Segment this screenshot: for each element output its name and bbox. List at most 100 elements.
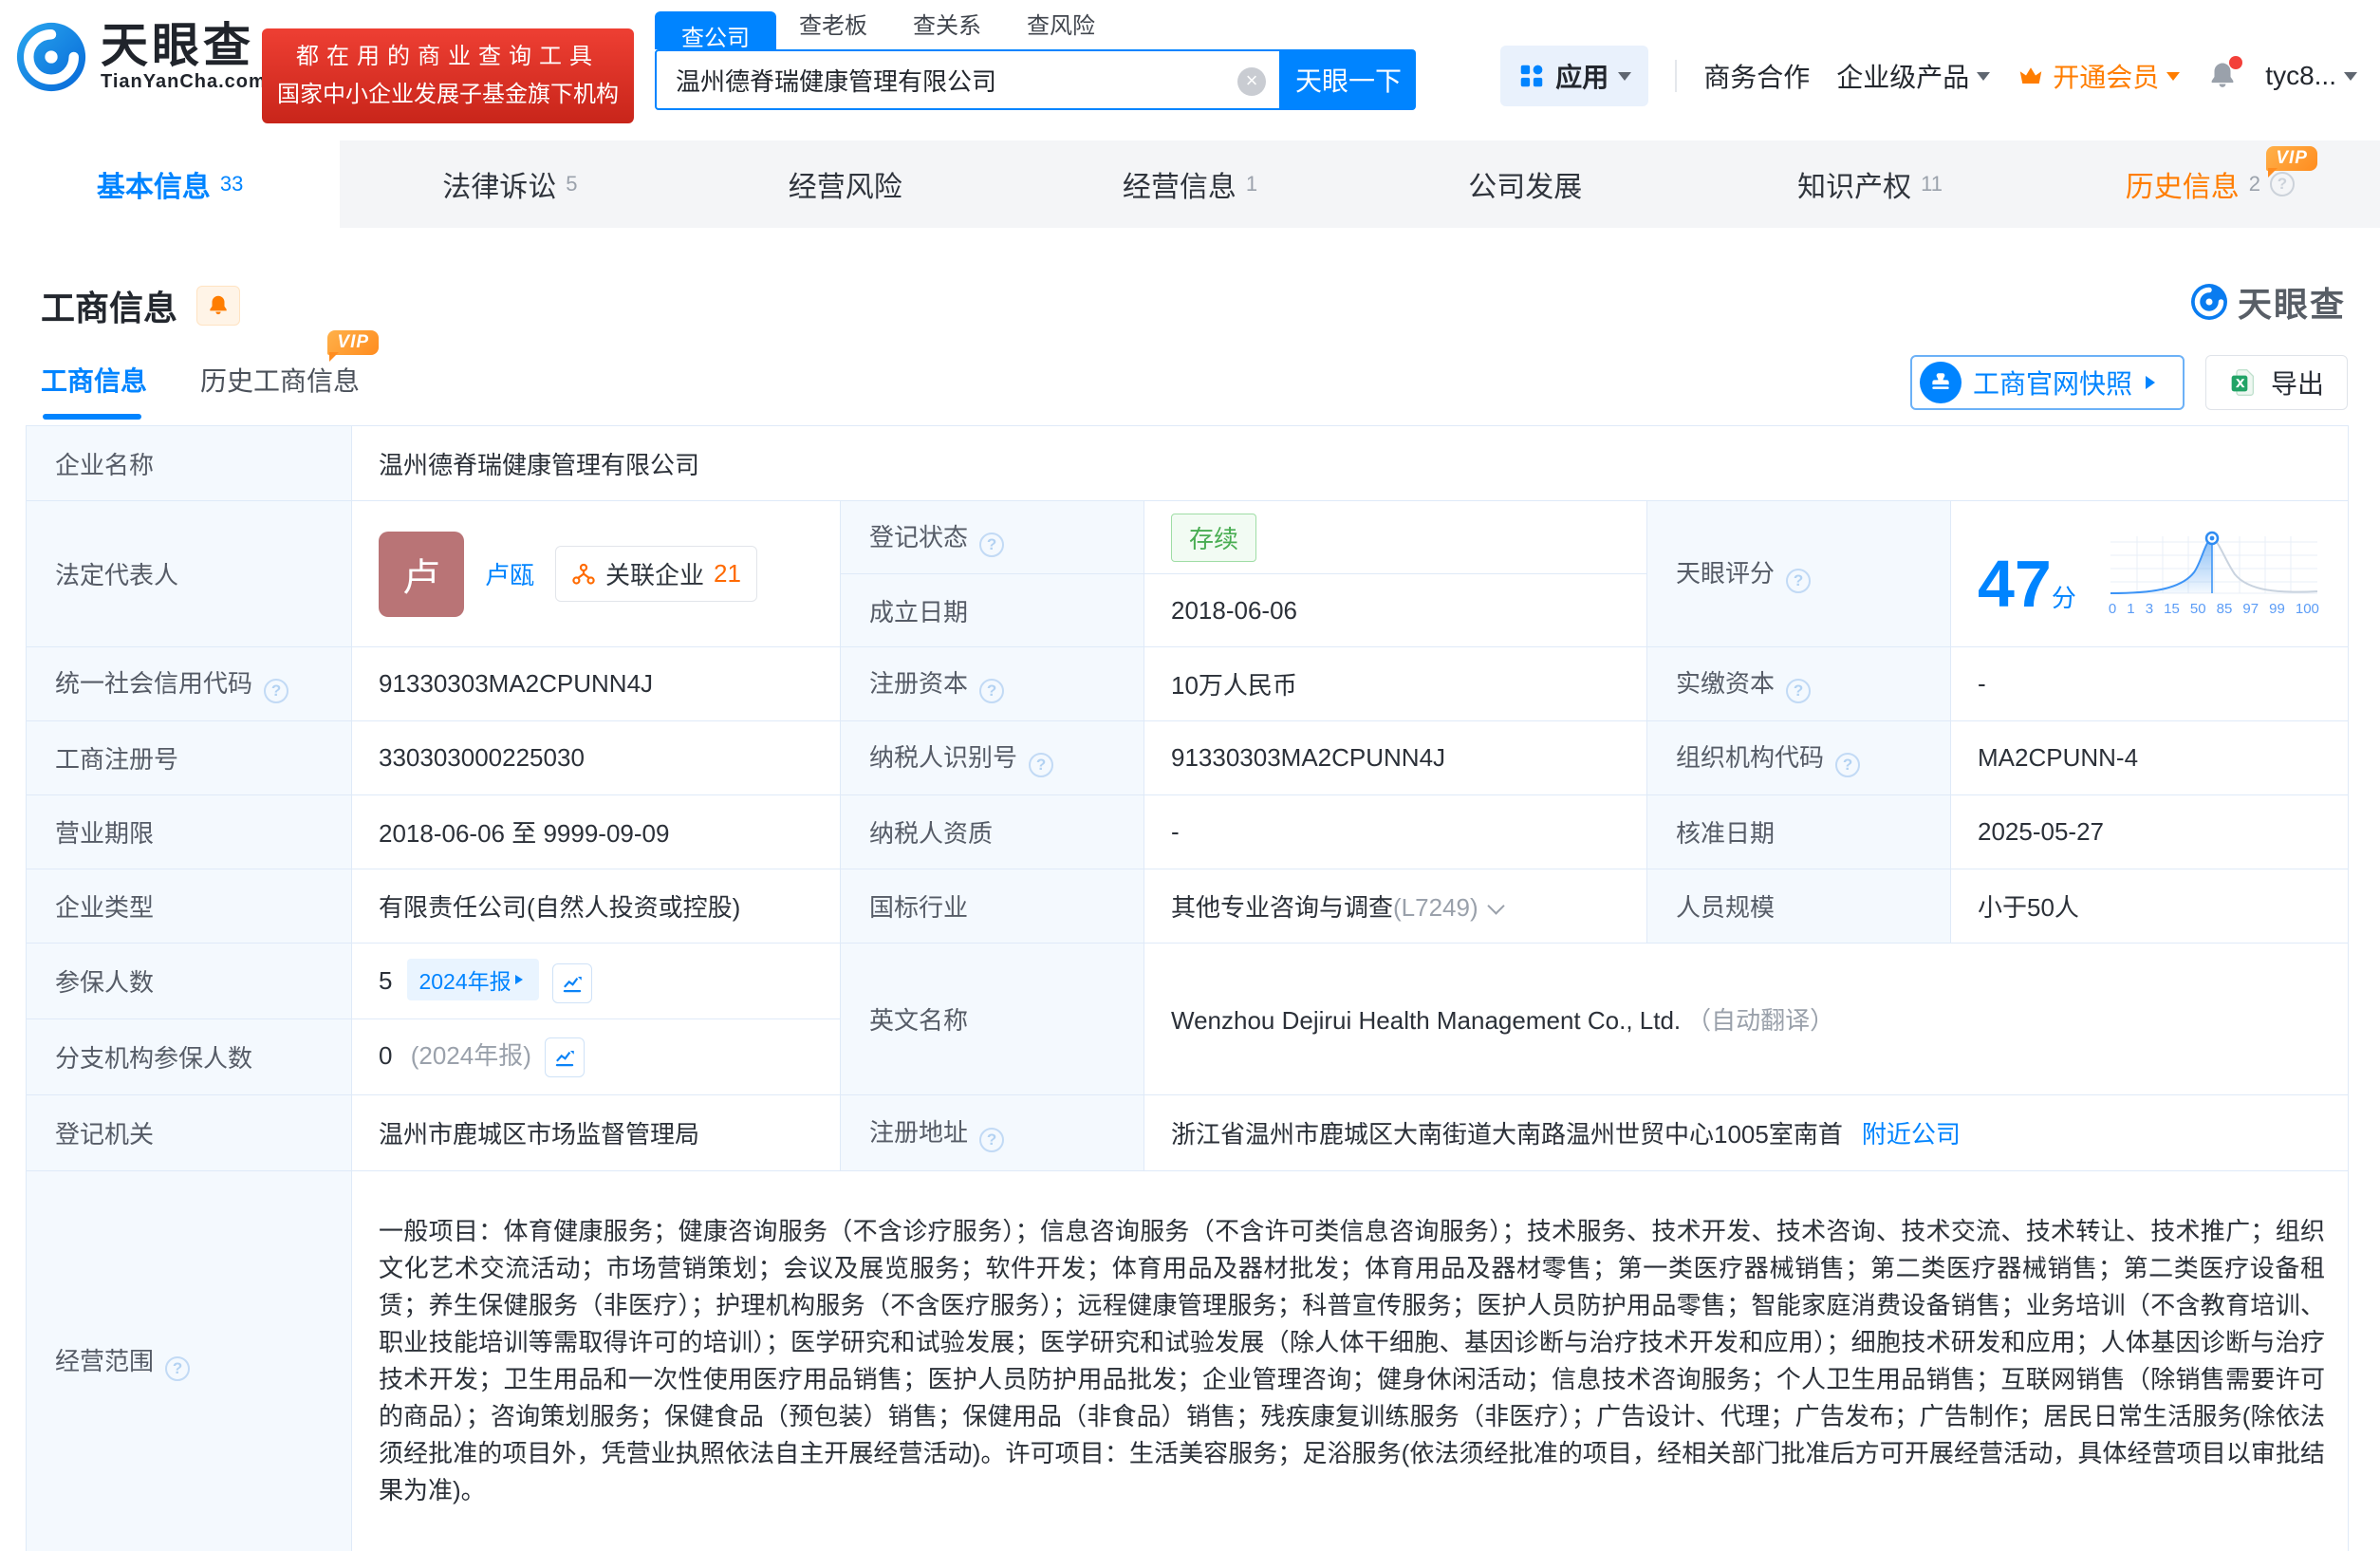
staff-size-value: 小于50人 bbox=[1951, 869, 2349, 944]
table-row: 经营范围? 一般项目：体育健康服务；健康咨询服务（不含诊疗服务）；信息咨询服务（… bbox=[27, 1171, 2349, 1551]
branch-insured-trend-button[interactable] bbox=[545, 1037, 585, 1077]
notification-dot bbox=[2229, 56, 2242, 69]
reg-status-cell: 存续 bbox=[1144, 501, 1647, 574]
table-row: 参保人数 52024年报 英文名称 Wenzhou Dejirui Health… bbox=[27, 944, 2349, 1019]
chevron-down-icon[interactable] bbox=[1487, 897, 1504, 914]
clear-search-icon[interactable]: × bbox=[1237, 67, 1266, 96]
english-name-note: （自动翻译） bbox=[1686, 1006, 1834, 1035]
help-icon[interactable]: ? bbox=[979, 1128, 1004, 1152]
field-label: 企业名称 bbox=[27, 426, 352, 501]
trend-chart-icon bbox=[552, 1045, 577, 1070]
related-companies-count: 21 bbox=[714, 559, 741, 589]
help-icon[interactable]: ? bbox=[1835, 753, 1860, 777]
tab-count: 5 bbox=[566, 172, 577, 196]
subscribe-bell-button[interactable] bbox=[196, 286, 240, 326]
help-icon[interactable]: ? bbox=[1029, 753, 1053, 777]
field-label: 分支机构参保人数 bbox=[27, 1019, 352, 1095]
tab-operating-info[interactable]: 经营信息 1 bbox=[1020, 140, 1360, 228]
field-label: 工商注册号 bbox=[27, 721, 352, 795]
search-tab-company[interactable]: 查公司 bbox=[655, 11, 776, 49]
reg-capital-value: 10万人民币 bbox=[1144, 647, 1647, 721]
annual-report-pill[interactable]: 2024年报 bbox=[407, 959, 538, 1000]
table-row: 营业期限 2018-06-06 至 9999-09-09 纳税人资质 - 核准日… bbox=[27, 795, 2349, 869]
nav-enterprise-products[interactable]: 企业级产品 bbox=[1836, 57, 1990, 95]
business-info-table: 企业名称 温州德脊瑞健康管理有限公司 法定代表人 卢 卢瓯 bbox=[26, 425, 2349, 1551]
tab-label: 经营风险 bbox=[789, 163, 902, 205]
header-nav: 应用 商务合作 企业级产品 开通会员 bbox=[1500, 46, 2357, 106]
help-icon[interactable]: ? bbox=[979, 533, 1004, 557]
field-label: 组织机构代码? bbox=[1647, 721, 1951, 795]
apps-menu-button[interactable]: 应用 bbox=[1500, 46, 1648, 106]
crown-icon bbox=[2017, 62, 2045, 90]
org-code-value: MA2CPUNN-4 bbox=[1951, 721, 2349, 795]
paid-capital-value: - bbox=[1951, 647, 2349, 721]
stamp-icon bbox=[1920, 362, 1962, 403]
chevron-down-icon bbox=[2344, 72, 2357, 87]
help-icon[interactable]: ? bbox=[264, 679, 288, 703]
help-icon[interactable]: ? bbox=[979, 679, 1004, 703]
insured-value: 5 bbox=[379, 966, 392, 995]
official-snapshot-button[interactable]: 工商官网快照 bbox=[1910, 355, 2185, 410]
tianyancha-logo-icon bbox=[2190, 283, 2228, 321]
branch-insured-cell: 0 (2024年报) bbox=[352, 1019, 841, 1095]
notification-bell-button[interactable] bbox=[2206, 60, 2239, 92]
excel-icon bbox=[2229, 367, 2259, 398]
arrow-right-icon bbox=[2146, 376, 2162, 389]
search-tab-risk[interactable]: 查风险 bbox=[1004, 7, 1118, 49]
field-label: 注册资本? bbox=[841, 647, 1144, 721]
field-label: 纳税人识别号? bbox=[841, 721, 1144, 795]
field-label: 英文名称 bbox=[841, 944, 1144, 1095]
help-icon[interactable]: ? bbox=[165, 1356, 190, 1381]
nav-business-cooperation[interactable]: 商务合作 bbox=[1703, 57, 1810, 95]
field-label: 纳税人资质 bbox=[841, 795, 1144, 869]
field-label: 实缴资本? bbox=[1647, 647, 1951, 721]
industry-cell: 其他专业咨询与调查(L7249) bbox=[1144, 869, 1647, 944]
tab-count: 33 bbox=[220, 172, 243, 196]
search-button[interactable]: 天眼一下 bbox=[1281, 49, 1416, 110]
insured-trend-button[interactable] bbox=[552, 963, 592, 1003]
field-label: 经营范围? bbox=[27, 1171, 352, 1551]
tab-history-info[interactable]: VIP 历史信息 2 ? bbox=[2040, 140, 2380, 228]
subtabs: 工商信息 VIP 历史工商信息 bbox=[41, 361, 360, 420]
search-tab-relation[interactable]: 查关系 bbox=[890, 7, 1004, 49]
tab-operating-risk[interactable]: 经营风险 bbox=[680, 140, 1020, 228]
search-area: 查公司 查老板 查关系 查风险 × 天眼一下 bbox=[655, 11, 1416, 110]
table-row: 工商注册号 330303000225030 纳税人识别号? 91330303MA… bbox=[27, 721, 2349, 795]
search-tab-boss[interactable]: 查老板 bbox=[776, 7, 890, 49]
tab-label: 公司发展 bbox=[1468, 163, 1582, 205]
tab-intellectual-property[interactable]: 知识产权 11 bbox=[1700, 140, 2039, 228]
legal-rep-name-link[interactable]: 卢瓯 bbox=[485, 556, 534, 591]
tyc-score-cell: 47分 bbox=[1951, 501, 2349, 647]
nearby-companies-link[interactable]: 附近公司 bbox=[1862, 1120, 1961, 1149]
nav-user-account[interactable]: tyc8... bbox=[2265, 61, 2357, 91]
bell-icon bbox=[206, 293, 231, 318]
reg-number-value: 330303000225030 bbox=[352, 721, 841, 795]
industry-value: 其他专业咨询与调查 bbox=[1171, 893, 1393, 922]
tab-basic-info[interactable]: 基本信息 33 bbox=[0, 140, 340, 228]
section-title: 工商信息 bbox=[41, 281, 177, 330]
tab-legal-litigation[interactable]: 法律诉讼 5 bbox=[340, 140, 679, 228]
subtab-history-business-info[interactable]: VIP 历史工商信息 bbox=[200, 361, 360, 420]
help-icon[interactable]: ? bbox=[1786, 569, 1811, 593]
tianyancha-watermark: 天眼查 bbox=[2190, 277, 2346, 327]
field-label: 人员规模 bbox=[1647, 869, 1951, 944]
search-box: × bbox=[655, 49, 1281, 110]
annual-report-label: 2024年报 bbox=[418, 963, 511, 996]
apps-grid-icon bbox=[1517, 62, 1546, 90]
subtab-business-info[interactable]: 工商信息 bbox=[41, 361, 147, 420]
help-icon[interactable]: ? bbox=[1786, 679, 1811, 703]
tab-label: 经营信息 bbox=[1123, 163, 1236, 205]
tianyancha-logo[interactable]: 天眼查 TianYanCha.com bbox=[15, 21, 267, 93]
trend-chart-icon bbox=[560, 971, 585, 996]
related-companies-button[interactable]: 关联企业 21 bbox=[555, 546, 757, 602]
field-label: 国标行业 bbox=[841, 869, 1144, 944]
export-button[interactable]: 导出 bbox=[2205, 355, 2348, 410]
tab-company-development[interactable]: 公司发展 bbox=[1360, 140, 1700, 228]
subtab-label: 历史工商信息 bbox=[200, 366, 360, 396]
search-input[interactable] bbox=[657, 51, 1279, 108]
search-tabs: 查公司 查老板 查关系 查风险 bbox=[655, 11, 1416, 49]
nav-open-vip[interactable]: 开通会员 bbox=[2017, 57, 2180, 95]
legal-rep-avatar[interactable]: 卢 bbox=[379, 532, 464, 617]
branch-insured-value: 0 bbox=[379, 1041, 392, 1070]
field-label: 注册地址? bbox=[841, 1095, 1144, 1171]
